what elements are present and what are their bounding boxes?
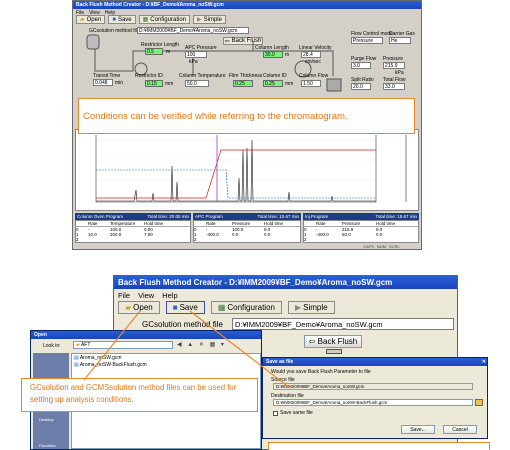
- callout-connectors: [83, 310, 291, 389]
